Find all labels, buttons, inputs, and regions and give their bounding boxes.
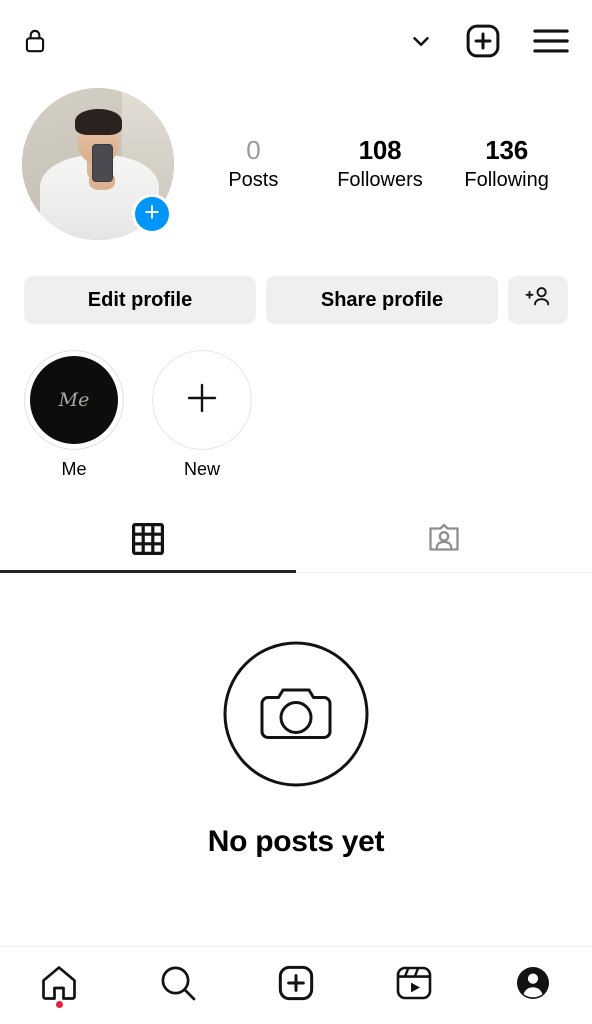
stat-following[interactable]: 136 Following [461,135,553,193]
nav-home[interactable] [0,947,118,1024]
stat-posts-label: Posts [228,168,279,191]
reels-icon [394,963,434,1008]
bottom-navigation [0,946,592,1024]
plus-square-icon [276,963,316,1008]
profile-actions: Edit profile Share profile [0,276,592,324]
stat-posts[interactable]: 0 Posts [207,135,299,193]
tab-tagged[interactable] [296,510,592,572]
lock-icon[interactable] [22,27,48,55]
stat-following-label: Following [464,168,549,191]
search-icon [157,962,199,1009]
nav-create[interactable] [237,947,355,1024]
highlight-label: Me [61,459,87,479]
edit-profile-button[interactable]: Edit profile [24,276,256,324]
hamburger-menu-icon[interactable] [532,26,570,56]
grid-icon [131,522,165,561]
stat-posts-value: 0 [246,135,261,166]
camera-circle-icon [222,640,370,793]
add-story-badge-glyph: + [144,197,160,227]
instagram-profile-screen: + 0 Posts 108 Followers 136 Following Ed… [0,0,592,1024]
top-bar-right [408,22,570,60]
nav-search[interactable] [118,947,236,1024]
posts-empty-state: No posts yet [0,573,592,946]
plus-icon [181,377,223,424]
avatar-wrapper[interactable]: + [22,88,174,240]
top-bar-left [22,27,48,55]
stat-followers-value: 108 [358,135,402,166]
profile-tabs [0,510,592,573]
tagged-person-icon [426,521,462,562]
empty-state-title: No posts yet [207,825,385,858]
stat-followers[interactable]: 108 Followers [334,135,426,193]
add-person-icon [524,284,552,316]
highlight-new[interactable]: New [152,350,252,480]
chevron-down-icon[interactable] [408,28,434,54]
avatar-photo-phone [91,144,114,183]
top-bar [0,0,592,82]
share-profile-button[interactable]: Share profile [266,276,498,324]
highlight-thumbnail-text: Me [58,389,90,411]
stat-following-value: 136 [485,135,529,166]
avatar-photo-hair [75,109,123,136]
plus-square-icon[interactable] [464,22,502,60]
highlight-me[interactable]: Me Me [24,350,124,480]
story-highlights: Me Me New [0,350,592,480]
stat-followers-label: Followers [337,168,423,191]
highlight-thumbnail: Me [30,356,118,444]
profile-avatar-icon [513,963,553,1008]
new-highlight-circle [152,350,252,450]
nav-reels[interactable] [355,947,473,1024]
profile-header: + 0 Posts 108 Followers 136 Following [0,88,592,240]
add-story-badge[interactable]: + [132,194,172,234]
new-highlight-label: New [183,459,220,479]
profile-stats: 0 Posts 108 Followers 136 Following [174,135,570,193]
add-person-button[interactable] [508,276,568,324]
highlight-ring: Me [24,350,124,450]
nav-profile[interactable] [474,947,592,1024]
tab-grid[interactable] [0,510,296,573]
home-notification-dot [55,1001,63,1008]
